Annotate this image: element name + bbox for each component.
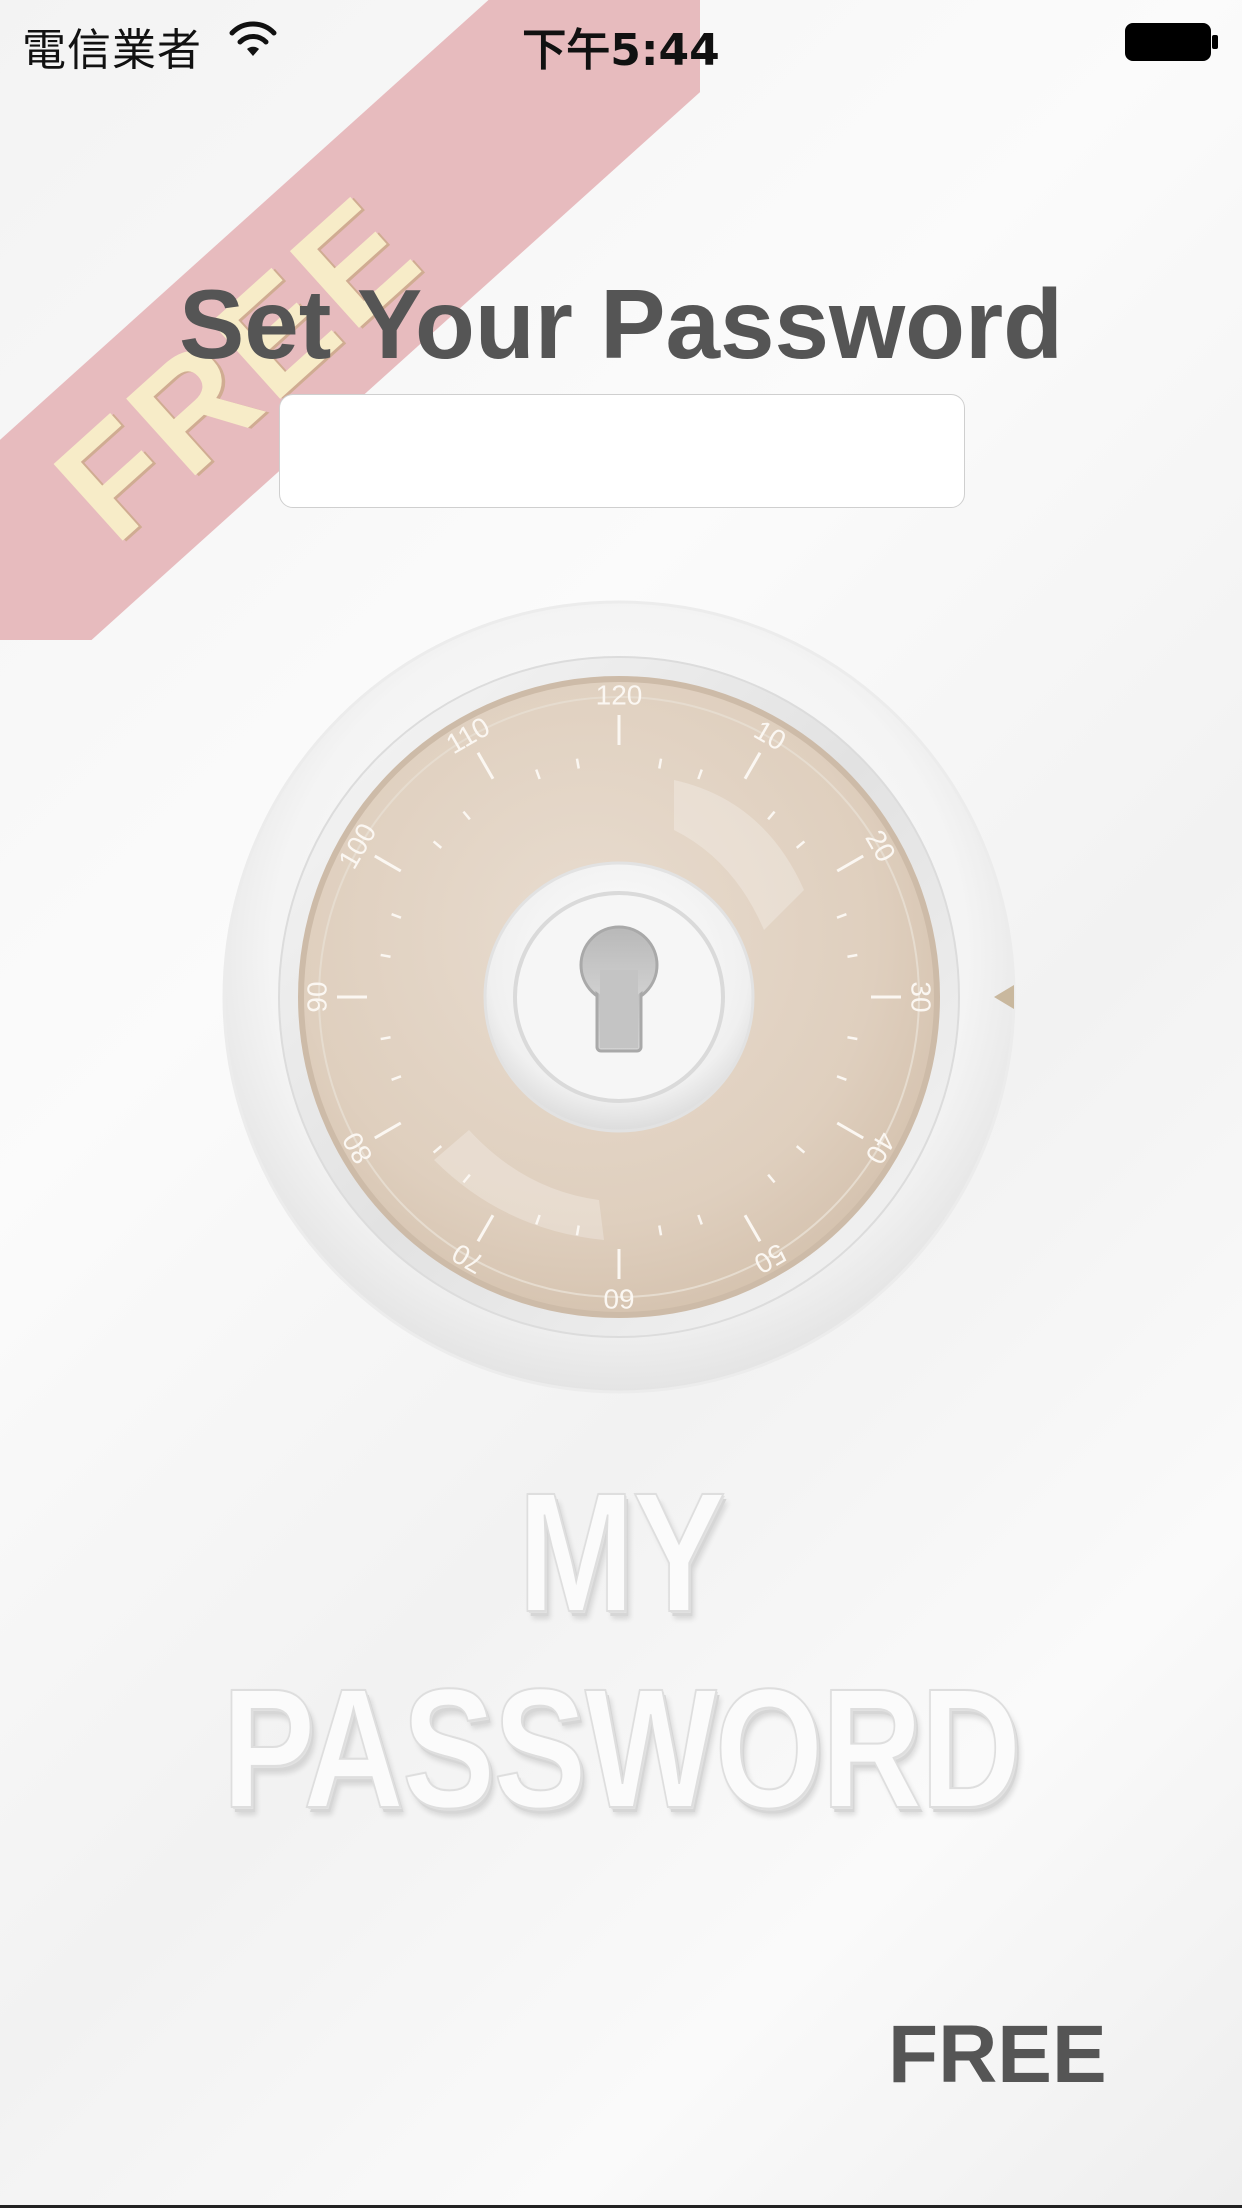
battery-icon <box>1125 23 1218 61</box>
status-time: 下午5:44 <box>522 25 720 76</box>
dial-minor-tick <box>575 758 580 769</box>
dial-minor-tick <box>847 1036 858 1041</box>
dial-tick-label: 60 <box>603 1284 634 1315</box>
free-label: FREE <box>888 2009 1107 2100</box>
dial-minor-tick <box>658 1225 663 1236</box>
app-screen: 電信業者 下午5:44 FREE Set Your Password 120 1… <box>0 0 1242 2208</box>
dial-minor-tick <box>380 953 391 958</box>
dial-minor-tick <box>658 758 663 769</box>
dial-tick-label: 30 <box>906 981 937 1012</box>
app-logo: MY PASSWORD <box>221 1457 1022 1845</box>
dial-tick-label: 120 <box>596 679 643 710</box>
page-title: Set Your Password <box>178 269 1064 379</box>
dial-minor-tick <box>380 1036 391 1041</box>
combination-dial[interactable]: 120102030405060708090100110 <box>204 600 1034 1400</box>
dial-minor-tick <box>847 953 858 958</box>
status-bar: 電信業者 下午5:44 <box>0 0 1242 84</box>
password-input[interactable] <box>279 394 965 508</box>
dial-minor-tick <box>575 1225 580 1236</box>
dial-tick-label: 90 <box>301 981 332 1012</box>
